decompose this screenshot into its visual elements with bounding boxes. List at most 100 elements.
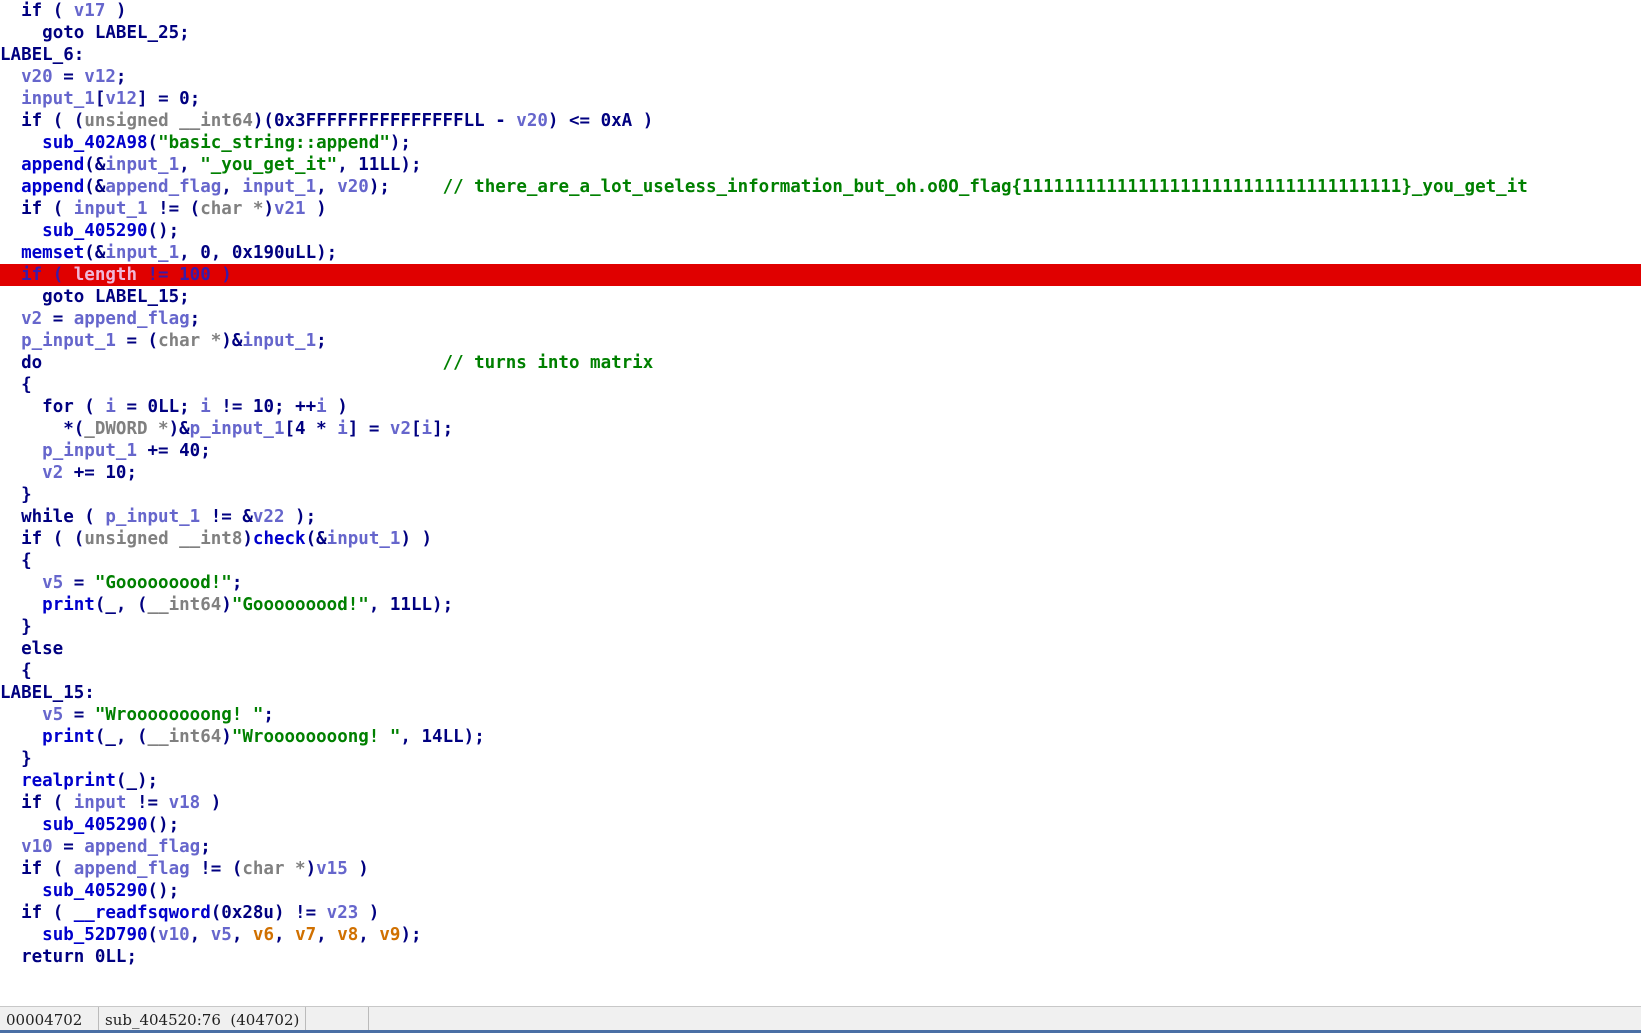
- code-token-str: "Gooooooood!": [231, 595, 369, 615]
- code-line[interactable]: print(_, (__int64)"Gooooooood!", 11LL);: [0, 594, 1641, 616]
- code-token-punct: (&: [305, 529, 327, 549]
- code-token-punct: ) ): [400, 529, 433, 549]
- code-token-punct: }: [21, 485, 32, 505]
- code-token-kw: return: [21, 947, 85, 967]
- code-token-var: input_1: [105, 243, 180, 263]
- code-token-punct: ,: [368, 595, 390, 615]
- code-token-kw: if: [21, 903, 43, 923]
- code-token-punct: (: [42, 903, 74, 923]
- code-token-var: i: [316, 397, 327, 417]
- code-token-var: v17: [73, 1, 106, 21]
- code-line[interactable]: print(_, (__int64)"Wroooooooong! ", 14LL…: [0, 726, 1641, 748]
- code-line[interactable]: sub_52D790(v10, v5, v6, v7, v8, v9);: [0, 924, 1641, 946]
- code-line[interactable]: p_input_1 = (char *)&input_1;: [0, 330, 1641, 352]
- code-line[interactable]: goto LABEL_25;: [0, 22, 1641, 44]
- pseudocode-code-area[interactable]: if ( v17 ) goto LABEL_25; LABEL_6: v20 = …: [0, 0, 1641, 1006]
- code-line[interactable]: if ( (unsigned __int64)(0x3FFFFFFFFFFFFF…: [0, 110, 1641, 132]
- code-line[interactable]: if ( input != v18 ): [0, 792, 1641, 814]
- code-token-var: append_flag: [73, 309, 190, 329]
- code-line[interactable]: v20 = v12;: [0, 66, 1641, 88]
- code-token-punct: );: [400, 155, 422, 175]
- code-line[interactable]: if ( __readfsqword(0x28u) != v23 ): [0, 902, 1641, 924]
- code-line[interactable]: for ( i = 0LL; i != 10; ++i ): [0, 396, 1641, 418]
- code-line[interactable]: append(&input_1, "_you_get_it", 11LL);: [0, 154, 1641, 176]
- code-line[interactable]: return 0LL;: [0, 946, 1641, 968]
- code-line[interactable]: if ( v17 ): [0, 0, 1641, 22]
- code-line[interactable]: }: [0, 484, 1641, 506]
- code-token-punct: )&: [221, 331, 243, 351]
- code-token-punct: {: [21, 375, 32, 395]
- code-line[interactable]: v2 += 10;: [0, 462, 1641, 484]
- code-line[interactable]: {: [0, 550, 1641, 572]
- code-token-punct: ();: [147, 881, 180, 901]
- code-line[interactable]: realprint(_);: [0, 770, 1641, 792]
- code-token-punct: (_, (: [94, 727, 148, 747]
- code-token-type: char *: [158, 331, 222, 351]
- code-token-punct: ;: [179, 397, 201, 417]
- code-line[interactable]: v5 = "Gooooooood!";: [0, 572, 1641, 594]
- code-line[interactable]: append(&append_flag, input_1, v20); // t…: [0, 176, 1641, 198]
- code-line[interactable]: v10 = append_flag;: [0, 836, 1641, 858]
- code-token-punct: ): [263, 199, 274, 219]
- code-token-punct: (&: [84, 155, 106, 175]
- code-line[interactable]: do // turns into matrix: [0, 352, 1641, 374]
- code-line[interactable]: memset(&input_1, 0, 0x190uLL);: [0, 242, 1641, 264]
- code-token-punct: ,: [231, 925, 253, 945]
- code-line[interactable]: sub_402A98("basic_string::append");: [0, 132, 1641, 154]
- code-token-num: 0x3FFFFFFFFFFFFFFFLL: [273, 111, 485, 131]
- code-token-punct: (: [210, 903, 222, 923]
- code-line[interactable]: LABEL_6:: [0, 44, 1641, 66]
- code-token-fn: sub_52D790: [42, 925, 148, 945]
- code-token-punct: ;: [200, 441, 211, 461]
- code-token-var: length: [73, 265, 137, 285]
- code-line[interactable]: }: [0, 616, 1641, 638]
- code-token-kw: goto: [42, 23, 85, 43]
- code-token-fn: print: [42, 595, 95, 615]
- code-line-highlighted[interactable]: if ( length != 100 ): [0, 264, 1641, 286]
- code-token-punct: ): [347, 859, 369, 879]
- code-token-punct: )(: [252, 111, 274, 131]
- code-line[interactable]: LABEL_15:: [0, 682, 1641, 704]
- code-token-punct: [: [94, 89, 106, 109]
- code-token-punct: );: [284, 507, 317, 527]
- code-line[interactable]: *(_DWORD *)&p_input_1[4 * i] = v2[i];: [0, 418, 1641, 440]
- code-line[interactable]: }: [0, 748, 1641, 770]
- code-token-punct: -: [484, 111, 517, 131]
- code-token-str: "Wroooooooong! ": [231, 727, 401, 747]
- code-token-punct: ): [305, 199, 327, 219]
- code-line[interactable]: while ( p_input_1 != &v22 );: [0, 506, 1641, 528]
- code-line[interactable]: {: [0, 660, 1641, 682]
- code-line[interactable]: goto LABEL_15;: [0, 286, 1641, 308]
- code-line[interactable]: p_input_1 += 40;: [0, 440, 1641, 462]
- code-line[interactable]: if ( input_1 != (char *)v21 ): [0, 198, 1641, 220]
- code-line[interactable]: else: [0, 638, 1641, 660]
- code-token-punct: ,: [337, 155, 359, 175]
- code-token-fn: check: [252, 529, 306, 549]
- code-token-var: v2: [389, 419, 411, 439]
- code-line[interactable]: if ( append_flag != (char *)v15 ): [0, 858, 1641, 880]
- code-line[interactable]: input_1[v12] = 0;: [0, 88, 1641, 110]
- code-line[interactable]: v2 = append_flag;: [0, 308, 1641, 330]
- code-line[interactable]: sub_405290();: [0, 814, 1641, 836]
- code-token-type: _DWORD *: [84, 419, 169, 439]
- code-token-punct: *(: [63, 419, 85, 439]
- code-line[interactable]: if ( (unsigned __int8)check(&input_1) ): [0, 528, 1641, 550]
- code-line[interactable]: v5 = "Wroooooooong! ";: [0, 704, 1641, 726]
- code-line[interactable]: sub_405290();: [0, 880, 1641, 902]
- code-token-punct: [84, 947, 95, 967]
- code-comment-gap: [390, 177, 443, 197]
- code-line[interactable]: sub_405290();: [0, 220, 1641, 242]
- code-line[interactable]: {: [0, 374, 1641, 396]
- code-token-var: append_flag: [84, 837, 201, 857]
